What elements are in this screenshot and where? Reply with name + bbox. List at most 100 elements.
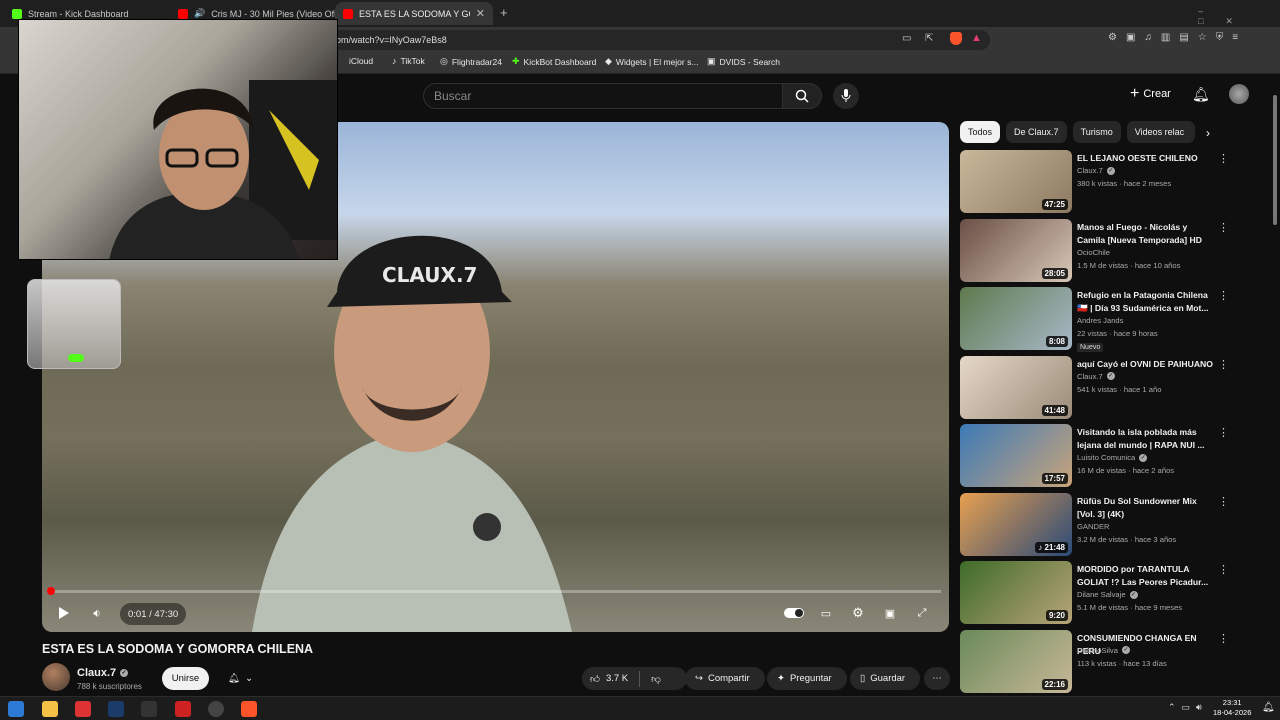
recommendation-title[interactable]: aquí Cayó el OVNI DE PAIHUANO xyxy=(1077,358,1213,371)
chip-videos-relacionados[interactable]: Videos relac xyxy=(1126,121,1195,143)
more-vertical-icon[interactable]: ⋮ xyxy=(1218,495,1229,508)
video-thumbnail[interactable]: 28:05 xyxy=(960,218,1072,282)
more-vertical-icon[interactable]: ⋮ xyxy=(1218,426,1229,439)
recommendation-item[interactable]: 17:57 Visitando la isla poblada más leja… xyxy=(960,424,1230,493)
share-button[interactable]: ↪ Compartir xyxy=(685,667,765,690)
chip-todos[interactable]: Todos xyxy=(960,121,1001,143)
chip-turismo[interactable]: Turismo xyxy=(1072,121,1121,143)
app-icon-streamlabs[interactable] xyxy=(175,701,191,717)
recommendation-item[interactable]: 9:20 MORDIDO por TARANTULA GOLIAT !? Las… xyxy=(960,561,1230,630)
search-input[interactable]: Buscar xyxy=(423,83,783,109)
tab-current-video[interactable]: ESTA ES LA SODOMA Y GOMORR... ✕ xyxy=(335,2,493,25)
system-tray-icons[interactable]: ⌃▭🔊︎ xyxy=(1168,702,1208,713)
recommendation-channel[interactable]: GANDER xyxy=(1077,522,1110,531)
steam-icon[interactable] xyxy=(108,701,124,717)
verified-check-icon: ✓ xyxy=(120,669,129,677)
recommendation-item[interactable]: 28:05 Manos al Fuego - Nicolás y Camila … xyxy=(960,218,1230,288)
search-button[interactable] xyxy=(782,83,822,109)
recommendation-item[interactable]: 41:48 aquí Cayó el OVNI DE PAIHUANO Clau… xyxy=(960,355,1230,425)
verified-check-icon: ✓ xyxy=(1139,453,1148,462)
file-explorer-icon[interactable] xyxy=(42,701,58,717)
autoplay-toggle[interactable] xyxy=(782,603,806,623)
join-button[interactable]: Unirse xyxy=(162,667,209,690)
bookmark-flightradar[interactable]: ◎ Flightradar24 xyxy=(440,56,502,67)
system-clock[interactable]: 23:31 18-04-2026 xyxy=(1213,698,1251,718)
recommendation-title[interactable]: Manos al Fuego - Nicolás y Camila [Nueva… xyxy=(1077,221,1213,247)
new-tab-icon[interactable]: + xyxy=(500,5,508,20)
windows-start-icon[interactable] xyxy=(8,701,24,717)
miniplayer-button[interactable]: ▣ xyxy=(880,603,900,623)
extensions-icons[interactable]: ⚙▣♫▥▤☆⛨≡ xyxy=(1108,32,1247,43)
volume-button[interactable]: 🔉︎ xyxy=(87,603,107,623)
bookmark-tiktok[interactable]: ♪ TikTok xyxy=(392,56,425,66)
video-thumbnail[interactable]: ♪ 21:48 xyxy=(960,492,1072,556)
chip-de-claux[interactable]: De Claux.7 xyxy=(1006,121,1067,143)
more-vertical-icon[interactable]: ⋮ xyxy=(1218,221,1229,234)
chevron-right-icon[interactable]: › xyxy=(1206,126,1210,140)
recommendation-channel[interactable]: Andres Jands xyxy=(1077,316,1123,325)
epic-games-icon[interactable] xyxy=(141,701,157,717)
subtitles-button[interactable]: ▭ xyxy=(816,603,836,623)
recommendation-channel[interactable]: Dilane Salvaje ✓ xyxy=(1077,590,1138,599)
bookmark-icloud[interactable]: iCloud xyxy=(345,56,373,66)
recommendation-item[interactable]: ♪ 21:48 Rüfüs Du Sol Sundowner Mix [Vol.… xyxy=(960,492,1230,562)
video-thumbnail[interactable]: 22:16 xyxy=(960,629,1072,693)
brave-browser-icon[interactable] xyxy=(241,701,257,717)
recommendation-title[interactable]: MORDIDO por TARANTULA GOLIAT !? Las Peor… xyxy=(1077,563,1213,589)
progress-scrubber[interactable] xyxy=(47,587,55,595)
video-thumbnail[interactable]: 17:57 xyxy=(960,424,1072,487)
page-scrollbar[interactable] xyxy=(1270,75,1280,696)
like-button[interactable]: 👍︎ 3.7 K xyxy=(590,673,628,685)
notifications-button[interactable]: 🔔︎ ⌄ xyxy=(218,667,264,690)
recommendation-channel[interactable]: Claux.7 ✓ xyxy=(1077,166,1115,175)
more-vertical-icon[interactable]: ⋮ xyxy=(1218,632,1229,645)
progress-bar[interactable] xyxy=(50,590,941,593)
more-vertical-icon[interactable]: ⋮ xyxy=(1218,289,1229,302)
more-vertical-icon[interactable]: ⋮ xyxy=(1218,152,1229,165)
recommendation-title[interactable]: EL LEJANO OESTE CHILENO xyxy=(1077,152,1213,165)
notifications-bell-icon[interactable]: 🔔︎ xyxy=(1192,86,1210,103)
recommendation-title[interactable]: Refugio en la Patagonia Chilena 🇨🇱 | Día… xyxy=(1077,289,1213,315)
bookmark-kickbot[interactable]: ✚ KickBot Dashboard xyxy=(512,56,596,67)
recommendation-item[interactable]: 22:16 CONSUMIENDO CHANGA EN PERU GabinoS… xyxy=(960,629,1230,699)
thumbs-down-icon[interactable]: 👎︎ xyxy=(651,673,661,685)
brave-rewards-icon[interactable]: ▲ xyxy=(971,32,982,44)
channel-name[interactable]: Claux.7 ✓ xyxy=(77,667,129,679)
recommendation-title[interactable]: Visitando la isla poblada más lejana del… xyxy=(1077,426,1213,452)
recommendation-channel[interactable]: Luisito Comunica ✓ xyxy=(1077,453,1148,462)
voice-search-button[interactable] xyxy=(833,83,859,109)
save-button[interactable]: ▯ Guardar xyxy=(850,667,920,690)
recommendation-channel[interactable]: OcioChile xyxy=(1077,248,1110,257)
account-avatar[interactable] xyxy=(1229,84,1249,104)
recommendation-item[interactable]: 47:25 EL LEJANO OESTE CHILENO Claux.7 ✓ … xyxy=(960,150,1230,219)
recommendation-title[interactable]: Rüfüs Du Sol Sundowner Mix [Vol. 3] (4K) xyxy=(1077,495,1213,521)
cast-icon[interactable]: ▭ xyxy=(902,33,911,44)
scrollbar-thumb[interactable] xyxy=(1273,95,1277,225)
obs-icon[interactable] xyxy=(208,701,224,717)
video-thumbnail[interactable]: 8:08 xyxy=(960,287,1072,350)
more-vertical-icon[interactable]: ⋮ xyxy=(1218,563,1229,576)
bookmark-dvids[interactable]: ▣ DVIDS - Search xyxy=(707,56,780,67)
play-button[interactable] xyxy=(54,603,74,623)
recommendation-item[interactable]: 8:08 Refugio en la Patagonia Chilena 🇨🇱 … xyxy=(960,287,1230,356)
url-text: om/watch?v=INyOaw7eBs8 xyxy=(336,35,447,45)
create-button[interactable]: + Crear xyxy=(1130,85,1171,103)
url-field[interactable]: om/watch?v=INyOaw7eBs8 xyxy=(330,30,990,50)
more-actions-button[interactable]: ⋯ xyxy=(924,667,950,690)
video-thumbnail[interactable]: 9:20 xyxy=(960,561,1072,624)
recommendation-channel[interactable]: GabinoSilva ✓ xyxy=(1077,646,1130,655)
more-vertical-icon[interactable]: ⋮ xyxy=(1218,358,1229,371)
video-thumbnail[interactable]: 41:48 xyxy=(960,355,1072,419)
ask-button[interactable]: ✦ Preguntar xyxy=(767,667,847,690)
settings-button[interactable]: ⚙ xyxy=(848,603,868,623)
notification-center-icon[interactable]: 🔔︎ xyxy=(1262,702,1275,713)
brave-shield-icon[interactable] xyxy=(950,32,962,45)
video-thumbnail[interactable]: 47:25 xyxy=(960,150,1072,213)
close-tab-icon[interactable]: ✕ xyxy=(476,7,485,20)
recommendation-channel[interactable]: Claux.7 ✓ xyxy=(1077,372,1115,381)
fullscreen-button[interactable]: ⤢ xyxy=(912,603,932,623)
app-icon-red[interactable] xyxy=(75,701,91,717)
bookmark-widgets[interactable]: ◆ Widgets | El mejor s... xyxy=(605,56,698,67)
channel-avatar[interactable] xyxy=(42,663,70,691)
share-icon[interactable]: ⇱ xyxy=(925,33,933,44)
